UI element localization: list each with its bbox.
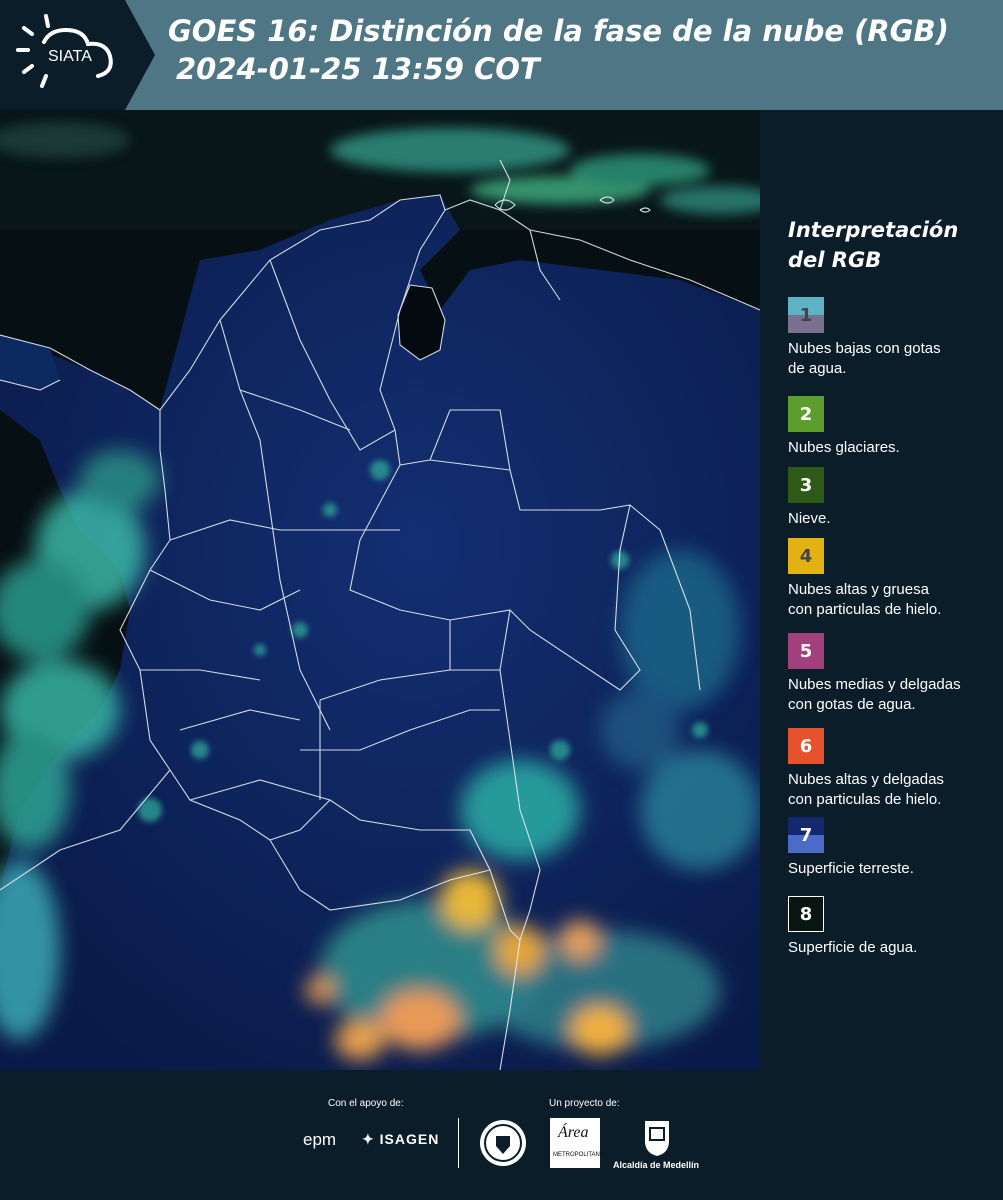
legend-swatch-number: 6	[799, 735, 813, 757]
satellite-map	[0, 110, 760, 1070]
header-bar: SIATA GOES 16: Distinción de la fase de …	[0, 0, 1003, 110]
legend-swatch: 6	[788, 728, 824, 764]
support-label: Con el apoyo de:	[328, 1098, 404, 1109]
legend-item: 6 Nubes altas y delgadas con particulas de…	[788, 728, 944, 810]
medellin-crest-icon	[645, 1121, 669, 1156]
legend-swatch-number: 8	[799, 903, 813, 925]
legend-item: 2 Nubes glaciares.	[788, 396, 900, 458]
legend-label-line2: con particulas de hielo.	[788, 791, 942, 808]
legend-label-line2: con gotas de agua.	[788, 696, 916, 713]
legend-label: Nubes altas y gruesa con particulas de hi…	[788, 580, 941, 620]
legend-item: 4 Nubes altas y gruesa con particulas de h…	[788, 538, 941, 620]
legend-swatch-number: 4	[799, 545, 813, 567]
legend-item: 1 Nubes bajas con gotas de agua.	[788, 297, 941, 379]
legend-title-line2: del RGB	[788, 248, 882, 272]
legend-label-line1: Superficie terreste.	[788, 860, 914, 877]
title-line1: GOES 16: Distinción de la fase de la nub…	[168, 14, 949, 48]
legend-panel: Interpretación del RGB	[788, 215, 993, 295]
legend-swatch: 1	[788, 297, 824, 333]
legend-item: 8 Superficie de agua.	[788, 896, 917, 958]
legend-swatch: 3	[788, 467, 824, 503]
legend-swatch-number: 1	[799, 304, 813, 326]
footer-divider	[458, 1118, 459, 1168]
footer: Con el apoyo de: Un proyecto de: epm ✦ I…	[0, 1070, 1003, 1200]
legend-swatch-number: 3	[799, 474, 813, 496]
area-metropolitana-logo: Área METROPOLITANA	[550, 1118, 604, 1168]
legend-label: Superficie terreste.	[788, 859, 914, 879]
epm-logo: epm	[303, 1130, 337, 1149]
project-label: Un proyecto de:	[549, 1098, 620, 1109]
legend-label-line1: Nubes altas y delgadas	[788, 771, 944, 788]
title-line2: 2024-01-25 13:59 COT	[176, 52, 540, 86]
legend-swatch: 5	[788, 633, 824, 669]
legend-label-line1: Nieve.	[788, 510, 831, 527]
siata-logo: SIATA	[0, 0, 155, 110]
legend-item: 5 Nubes medias y delgadas con gotas de agu…	[788, 633, 961, 715]
alcaldia-medellin-text: Alcaldía de Medellín	[613, 1160, 700, 1170]
legend-label-line1: Superficie de agua.	[788, 939, 918, 956]
legend-swatch-number: 2	[799, 403, 813, 425]
legend-label-line2: de agua.	[788, 360, 847, 377]
legend-label-line2: con particulas de hielo.	[788, 601, 942, 618]
legend-item: 7 Superficie terreste.	[788, 817, 914, 879]
legend-swatch: 7	[788, 817, 824, 853]
legend-title-line1: Interpretación	[788, 218, 959, 242]
satellite-rgb-map-image	[0, 110, 760, 1070]
legend-swatch-number: 5	[799, 640, 813, 662]
legend-swatch: 2	[788, 396, 824, 432]
legend-label-line1: Nubes glaciares.	[788, 439, 900, 456]
amva-logo-subtext: METROPOLITANA	[553, 1152, 604, 1158]
legend-label: Nubes medias y delgadas con gotas de agua…	[788, 675, 961, 715]
siata-logo-text: SIATA	[48, 48, 92, 65]
legend-label: Nubes glaciares.	[788, 438, 900, 458]
isagen-icon: ✦	[362, 1131, 375, 1147]
legend-swatch-number: 7	[799, 824, 813, 846]
legend-swatch: 8	[788, 896, 824, 932]
siata-sun-cloud-icon: SIATA	[16, 14, 113, 88]
legend-label: Nubes bajas con gotas de agua.	[788, 339, 941, 379]
isagen-logo-text: ISAGEN	[379, 1131, 440, 1147]
legend-label: Nubes altas y delgadas con particulas de …	[788, 770, 944, 810]
legend-label: Nieve.	[788, 509, 831, 529]
legend-label-line1: Nubes altas y gruesa	[788, 581, 929, 598]
legend-label: Superficie de agua.	[788, 938, 917, 958]
legend-label-line1: Nubes bajas con gotas	[788, 340, 941, 357]
university-seal-icon	[480, 1120, 526, 1166]
page-title: GOES 16: Distinción de la fase de la nub…	[168, 12, 949, 88]
legend-title: Interpretación del RGB	[788, 215, 993, 275]
legend-item: 3 Nieve.	[788, 467, 831, 529]
isagen-logo: ✦ ISAGEN	[362, 1131, 439, 1148]
legend-label-line1: Nubes medias y delgadas	[788, 676, 961, 693]
amva-logo-text: Área	[558, 1124, 589, 1141]
legend-swatch: 4	[788, 538, 824, 574]
